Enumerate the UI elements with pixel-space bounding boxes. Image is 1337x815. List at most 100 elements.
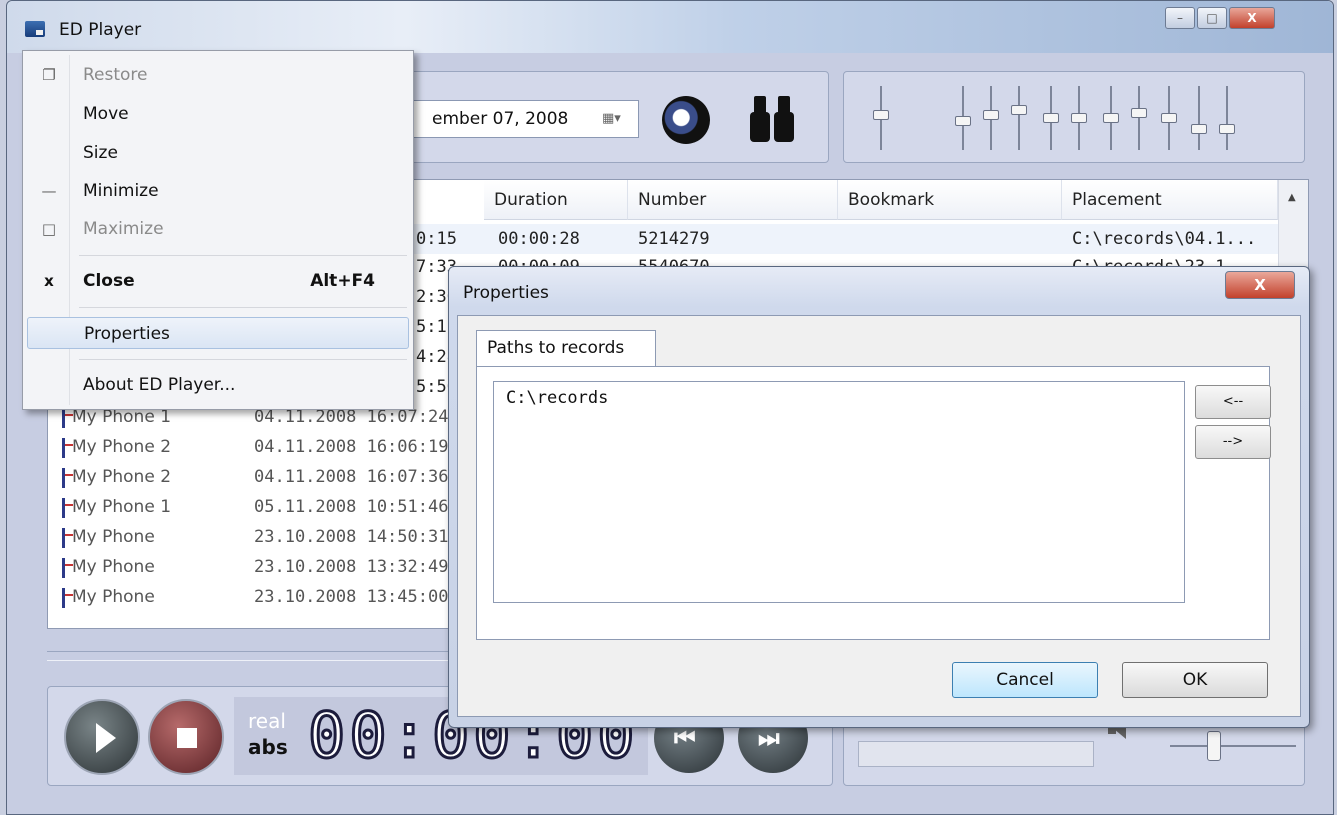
menu-item-label: Size (83, 143, 118, 163)
menu-item-label: Minimize (83, 181, 159, 201)
stop-button[interactable] (148, 699, 224, 775)
move-right-button[interactable]: --> (1195, 425, 1271, 459)
volume-track[interactable] (1170, 745, 1296, 747)
column-duration[interactable]: Duration (484, 180, 628, 220)
dialog-title: Properties (463, 283, 549, 303)
equalizer-slider[interactable] (1070, 86, 1088, 150)
slider-thumb[interactable] (1011, 105, 1027, 115)
menu-item-maximize: □ Maximize (27, 213, 409, 245)
row-name: My Phone (72, 557, 155, 577)
row-time: 0:15 (416, 229, 457, 249)
menu-item-close[interactable]: x Close Alt+F4 (27, 265, 409, 297)
equalizer-slider[interactable] (1102, 86, 1120, 150)
row-name: My Phone 1 (72, 497, 172, 517)
paths-list[interactable]: C:\records (493, 381, 1185, 603)
row-name: My Phone 2 (72, 467, 172, 487)
date-picker[interactable]: ember 07, 2008 ▦▾ (409, 100, 639, 138)
menu-item-properties[interactable]: Properties (27, 317, 409, 349)
menu-item-restore: ❐ Restore (27, 59, 409, 91)
equalizer-panel (843, 71, 1305, 163)
minimize-button[interactable]: – (1165, 7, 1195, 29)
slider-thumb[interactable] (873, 110, 889, 120)
slider-thumb[interactable] (1043, 113, 1059, 123)
play-button[interactable] (64, 699, 140, 775)
real-time-toggle[interactable]: real (248, 709, 286, 733)
slider-thumb[interactable] (1131, 108, 1147, 118)
close-button[interactable]: X (1229, 7, 1275, 29)
slider-thumb[interactable] (1219, 124, 1235, 134)
row-duration: 00:00:28 (498, 229, 580, 249)
slider-thumb[interactable] (1191, 124, 1207, 134)
menu-separator (79, 255, 407, 256)
slider-thumb[interactable] (1161, 113, 1177, 123)
row-datetime: 05.11.2008 10:51:46 (254, 497, 449, 517)
menu-item-label: Move (83, 104, 129, 124)
call-icon (62, 408, 73, 428)
slider-thumb[interactable] (1103, 113, 1119, 123)
dialog-body: Paths to records C:\records <-- --> Canc… (457, 315, 1301, 717)
equalizer-slider[interactable] (954, 86, 972, 150)
call-icon (62, 498, 73, 518)
menu-item-label: Restore (83, 65, 148, 85)
app-icon[interactable] (25, 21, 45, 37)
menu-item-about-ed-player[interactable]: About ED Player... (27, 369, 409, 401)
move-left-button[interactable]: <-- (1195, 385, 1271, 419)
row-name: My Phone 2 (72, 437, 172, 457)
row-placement: C:\records\04.1... (1072, 229, 1257, 249)
slider-thumb[interactable] (955, 116, 971, 126)
call-icon (62, 528, 73, 548)
system-menu: ❐ Restore Move Size — Minimize □ Maximize x Close… (22, 50, 414, 410)
horizontal-divider (47, 651, 459, 661)
row-datetime: 04.11.2008 16:06:19 (254, 437, 449, 457)
cancel-button[interactable]: Cancel (952, 662, 1098, 698)
equalizer-slider[interactable] (1130, 86, 1148, 150)
title-bar[interactable]: ED Player – □ X (7, 1, 1333, 53)
properties-dialog: Properties X Paths to records C:\records… (448, 266, 1310, 728)
row-datetime: 04.11.2008 16:07:36 (254, 467, 449, 487)
tab-paths-to-records[interactable]: Paths to records (476, 330, 656, 366)
level-meter (858, 741, 1094, 767)
call-icon (62, 468, 73, 488)
column-bookmark[interactable]: Bookmark (838, 180, 1062, 220)
volume-slider[interactable] (1207, 731, 1221, 761)
column-number[interactable]: Number (628, 180, 838, 220)
menu-item-minimize[interactable]: — Minimize (27, 175, 409, 207)
equalizer-slider[interactable] (872, 86, 890, 150)
menu-item-icon: x (44, 272, 54, 290)
refresh-icon[interactable] (662, 96, 710, 144)
call-icon (62, 588, 73, 608)
menu-item-move[interactable]: Move (27, 98, 409, 130)
row-datetime: 23.10.2008 14:50:31 (254, 527, 449, 547)
dialog-close-button[interactable]: X (1225, 271, 1295, 299)
window-title: ED Player (59, 20, 142, 40)
menu-item-label: Close (83, 271, 135, 291)
maximize-button[interactable]: □ (1197, 7, 1227, 29)
tab-page: C:\records <-- --> (476, 366, 1271, 640)
call-icon (62, 558, 73, 578)
slider-thumb[interactable] (983, 110, 999, 120)
binoculars-icon[interactable] (746, 96, 798, 142)
list-item[interactable]: C:\records (506, 388, 608, 408)
equalizer-slider[interactable] (1010, 86, 1028, 150)
menu-item-icon: — (41, 182, 57, 200)
row-name: My Phone (72, 587, 155, 607)
date-value: ember 07, 2008 (432, 109, 569, 129)
calendar-dropdown-icon[interactable]: ▦▾ (602, 111, 630, 127)
row-time: 5:1 (416, 317, 447, 337)
equalizer-slider[interactable] (1160, 86, 1178, 150)
menu-item-label: Properties (84, 324, 170, 344)
scroll-up-icon[interactable]: ▲ (1288, 192, 1296, 203)
menu-item-icon: ❐ (42, 66, 56, 84)
abs-time-toggle[interactable]: abs (248, 735, 288, 759)
menu-item-size[interactable]: Size (27, 137, 409, 169)
equalizer-slider[interactable] (1042, 86, 1060, 150)
equalizer-slider[interactable] (1218, 86, 1236, 150)
call-icon (62, 438, 73, 458)
equalizer-slider[interactable] (982, 86, 1000, 150)
menu-item-label: Maximize (83, 219, 164, 239)
menu-item-label: About ED Player... (83, 375, 236, 395)
equalizer-slider[interactable] (1190, 86, 1208, 150)
slider-thumb[interactable] (1071, 113, 1087, 123)
column-placement[interactable]: Placement (1062, 180, 1278, 220)
ok-button[interactable]: OK (1122, 662, 1268, 698)
